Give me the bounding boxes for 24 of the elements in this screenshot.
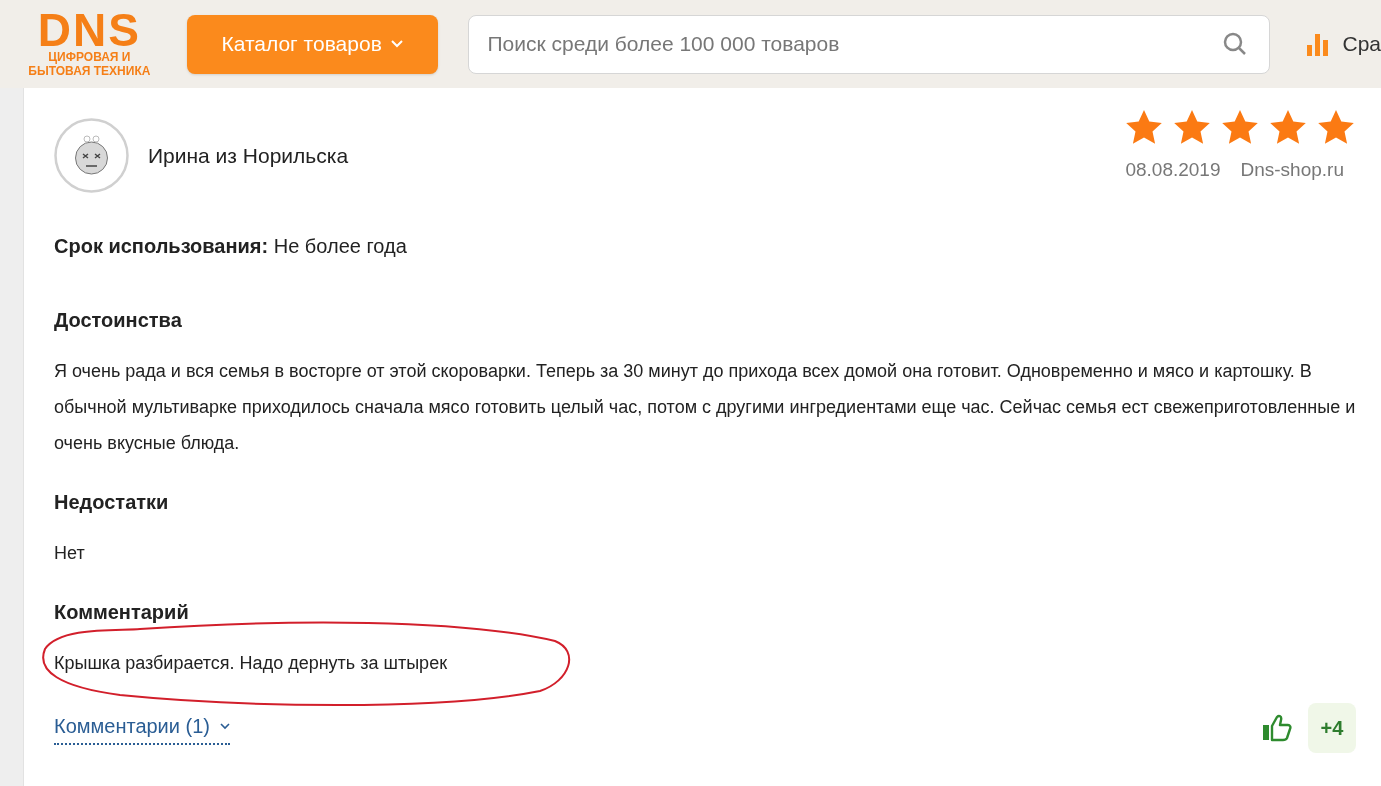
star-icon: [1268, 108, 1308, 146]
author-name: Ирина из Норильска: [148, 142, 349, 169]
star-icon: [1172, 108, 1212, 146]
review-source: Dns-shop.ru: [1240, 158, 1344, 182]
section-text: Крышка разбирается. Надо дернуть за штырек: [54, 652, 447, 675]
section-text: Нет: [54, 542, 85, 565]
review-date: 08.08.2019: [1125, 158, 1221, 182]
usage-period: Срок использования: Не более года: [54, 234, 408, 259]
section-heading: Недостатки: [54, 490, 170, 515]
avatar-icon: [54, 118, 129, 193]
thumbs-up-icon[interactable]: [1262, 714, 1292, 742]
comments-link[interactable]: Комментарии (1): [54, 711, 230, 745]
chevron-down-icon: [219, 722, 230, 730]
section-heading: Комментарий: [54, 600, 190, 625]
compare-link[interactable]: Сра: [1306, 28, 1381, 60]
star-icon: [1220, 108, 1260, 146]
search-field[interactable]: Поиск среди более 100 000 товаров: [468, 14, 1271, 74]
likes-count: +4: [1308, 703, 1356, 753]
star-icon: [1316, 108, 1356, 146]
section-text: Я очень рада и вся семья в восторге от этой скороварки. Теперь за 30 минут до прихода всех домой она готовит. Одновременно и мясо и картошку. В обычной мультиварке приходилось сначала мясо готовить целый час, потом с другими ингредиентами еще час. Сейчас семья ест свежеприготовленные и очень вкусные блюда.: [54, 360, 1356, 455]
bar-chart-icon: [1306, 31, 1331, 57]
star-icon: [1124, 108, 1164, 146]
chevron-down-icon: [389, 39, 404, 49]
section-heading: Достоинства: [54, 308, 183, 333]
